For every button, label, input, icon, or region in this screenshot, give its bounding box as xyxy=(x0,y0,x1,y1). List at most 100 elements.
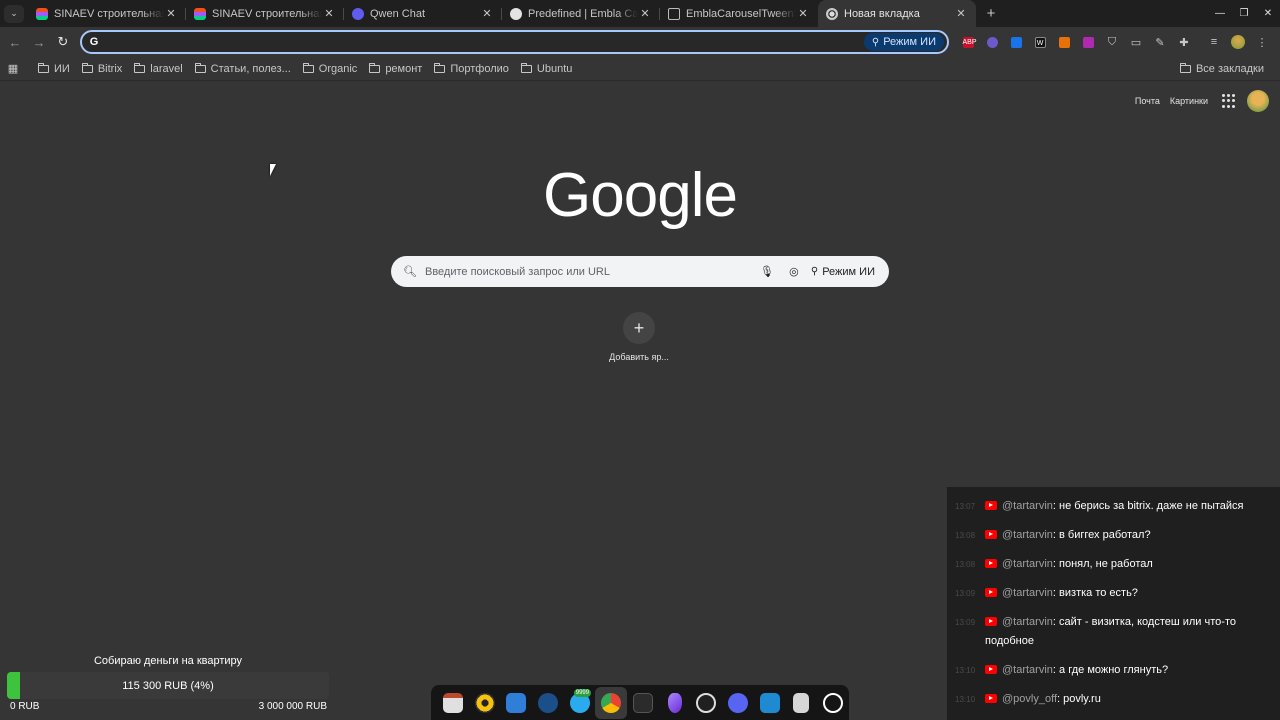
account-avatar[interactable] xyxy=(1247,90,1269,112)
bookmark-folder-ai[interactable]: ИИ xyxy=(32,58,76,80)
reload-icon[interactable]: ↻ xyxy=(51,30,75,54)
lens-icon[interactable]: ◎ xyxy=(784,262,804,282)
bookmark-label: ИИ xyxy=(54,62,70,75)
dock-chrome[interactable] xyxy=(595,686,628,719)
extension-orange[interactable] xyxy=(1052,27,1076,57)
maximize-icon[interactable]: ❐ xyxy=(1232,2,1256,26)
dock-ubuntu[interactable] xyxy=(817,687,849,719)
figma-icon xyxy=(36,7,48,20)
bookmark-folder-organic[interactable]: Organic xyxy=(297,58,364,80)
tab-title: EmblaCarouselTweenSca xyxy=(686,7,796,20)
shield-extension[interactable]: ⛉ xyxy=(1100,27,1124,57)
bookmark-folder-ubuntu[interactable]: Ubuntu xyxy=(515,58,578,80)
libreoffice-icon xyxy=(506,692,527,713)
adblock-extension[interactable]: ABP xyxy=(956,27,980,57)
dock-obs[interactable] xyxy=(691,687,723,719)
profile-button[interactable] xyxy=(1226,27,1250,57)
obsidian-icon xyxy=(667,692,682,713)
menu-button[interactable]: ⋮ xyxy=(1250,27,1274,57)
google-logo: Google xyxy=(543,161,738,230)
dock-libreoffice[interactable] xyxy=(500,687,532,719)
google-apps-icon[interactable] xyxy=(1222,94,1236,108)
bookmark-folder-laravel[interactable]: laravel xyxy=(128,58,188,80)
dock-steam[interactable] xyxy=(532,687,564,719)
all-bookmarks-label: Все закладки xyxy=(1195,63,1264,75)
tab-search-button[interactable]: ⌄ xyxy=(4,4,24,23)
chat-text: понял, не работал xyxy=(1059,558,1153,570)
bookmark-label: Bitrix xyxy=(97,62,123,75)
add-shortcut[interactable]: + Добавить яр... xyxy=(603,312,675,362)
shield-icon: ⛉ xyxy=(1107,35,1117,48)
bookmark-label: ремонт xyxy=(385,62,423,75)
password-icon: ▭ xyxy=(1130,36,1142,49)
bookmark-folder-articles[interactable]: Статьи, полез... xyxy=(189,58,297,80)
ai-search-icon: ⚲ xyxy=(871,36,880,48)
dock-discord[interactable] xyxy=(722,687,754,719)
dock-terminal[interactable] xyxy=(627,687,659,719)
reading-list-button[interactable]: ≡ xyxy=(1202,27,1226,57)
gmail-link[interactable]: Почта xyxy=(1135,96,1160,106)
youtube-icon xyxy=(985,530,997,539)
eyedropper-icon: ✎ xyxy=(1155,36,1165,49)
tab-new-tab[interactable]: Новая вкладка ✕ xyxy=(818,0,976,27)
donation-goal-widget: Собираю деньги на квартиру 115 300 RUB (… xyxy=(0,650,336,720)
images-link[interactable]: Картинки xyxy=(1170,96,1208,106)
close-window-icon[interactable]: ✕ xyxy=(1256,2,1280,26)
screen-extension-icon: W xyxy=(1034,36,1046,48)
chrome-icon xyxy=(601,692,622,713)
rhythmbox-icon xyxy=(474,692,495,713)
tab-embla-predefined[interactable]: Predefined | Embla Carou ✕ xyxy=(502,0,660,27)
donation-progress-bar: 115 300 RUB (4%) xyxy=(7,672,329,699)
close-icon[interactable]: ✕ xyxy=(796,7,810,21)
google-search-box[interactable]: 🔍︎ 🎙︎ ◎ ⚲ Режим ИИ xyxy=(391,256,889,287)
back-arrow-icon[interactable]: ← xyxy=(3,30,27,54)
forward-arrow-icon[interactable]: → xyxy=(27,30,51,54)
microphone-icon[interactable]: 🎙︎ xyxy=(757,262,777,282)
extension-blue[interactable] xyxy=(1004,27,1028,57)
apps-grid-icon[interactable]: ▦ xyxy=(0,57,26,81)
donation-max-label: 3 000 000 RUB xyxy=(258,701,327,712)
tab-embla-tween[interactable]: EmblaCarouselTweenSca ✕ xyxy=(660,0,818,27)
search-input[interactable] xyxy=(425,265,757,278)
tab-sinaev-2[interactable]: SINAEV строительная к ✕ xyxy=(186,0,344,27)
ai-mode-button[interactable]: ⚲ Режим ИИ xyxy=(811,262,875,282)
new-tab-button[interactable]: + xyxy=(980,3,1002,25)
dock-vscode[interactable] xyxy=(754,687,786,719)
ubuntu-icon xyxy=(823,692,844,713)
tab-sinaev-1[interactable]: SINAEV строительная к ✕ xyxy=(28,0,186,27)
notification-badge: 9999 xyxy=(573,688,592,697)
dock-obsidian[interactable] xyxy=(659,687,691,719)
minimize-icon[interactable]: — xyxy=(1208,2,1232,26)
eyedropper-extension[interactable]: ✎ xyxy=(1148,27,1172,57)
extensions-menu[interactable]: ✚ xyxy=(1172,27,1196,57)
chat-message: 13:09 @tartarvin: сайт - визитка, кодсте… xyxy=(947,613,1280,651)
dock-telegram[interactable]: 9999 xyxy=(564,687,596,719)
dock-rhythmbox[interactable] xyxy=(469,687,501,719)
bookmark-folder-bitrix[interactable]: Bitrix xyxy=(76,58,128,80)
youtube-icon xyxy=(985,559,997,568)
dock-files[interactable] xyxy=(437,687,469,719)
youtube-icon xyxy=(985,501,997,510)
chat-user: @tartarvin xyxy=(1002,664,1053,676)
bookmark-folder-portfolio[interactable]: Портфолио xyxy=(428,58,515,80)
close-icon[interactable]: ✕ xyxy=(164,7,178,21)
close-icon[interactable]: ✕ xyxy=(480,7,494,21)
close-icon[interactable]: ✕ xyxy=(322,7,336,21)
extension-purple[interactable] xyxy=(980,27,1004,57)
chat-user: @tartarvin xyxy=(1002,500,1053,512)
bookmark-folder-remont[interactable]: ремонт xyxy=(363,58,428,80)
extension-magenta[interactable] xyxy=(1076,27,1100,57)
tab-qwen-chat[interactable]: Qwen Chat ✕ xyxy=(344,0,502,27)
chat-message: 13:08 @tartarvin: понял, не работал xyxy=(947,555,1280,574)
close-icon[interactable]: ✕ xyxy=(638,7,652,21)
extension-screen[interactable]: W xyxy=(1028,27,1052,57)
dock-trash[interactable] xyxy=(786,687,818,719)
address-input[interactable] xyxy=(106,35,864,49)
password-extension[interactable]: ▭ xyxy=(1124,27,1148,57)
all-bookmarks-button[interactable]: Все закладки xyxy=(1174,57,1270,81)
address-bar[interactable]: G ⚲ Режим ИИ xyxy=(80,30,949,54)
chat-text: визтка то есть? xyxy=(1059,587,1138,599)
chat-message: 13:07 @tartarvin: не берись за bitrix. д… xyxy=(947,497,1280,516)
ai-mode-button[interactable]: ⚲ Режим ИИ xyxy=(863,33,944,51)
close-icon[interactable]: ✕ xyxy=(954,7,968,21)
